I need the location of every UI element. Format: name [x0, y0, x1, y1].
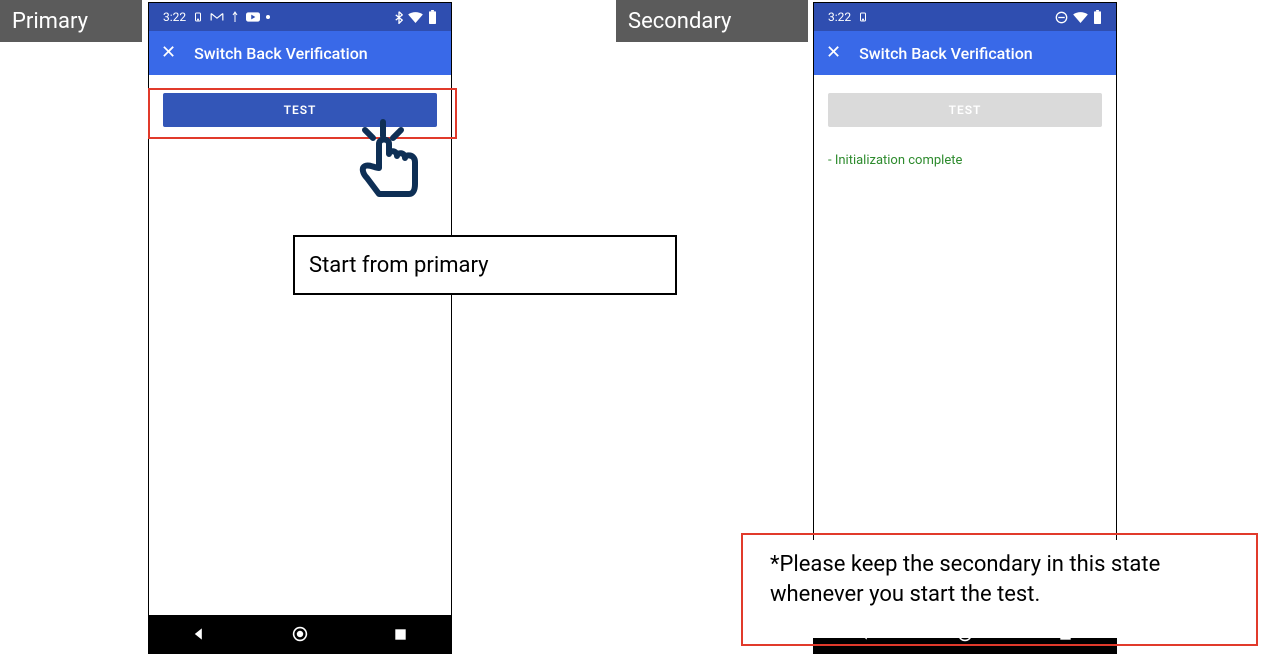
annotation-keep-text: *Please keep the secondary in this state…: [770, 550, 1236, 609]
label-secondary: Secondary: [616, 0, 808, 42]
hotspot-icon: [857, 11, 869, 23]
battery-icon: [428, 10, 437, 24]
annotation-start-text: Start from primary: [309, 253, 489, 278]
status-bar: 3:22: [814, 3, 1116, 31]
gmail-icon: [210, 12, 224, 22]
antenna-icon: [230, 11, 240, 23]
close-icon[interactable]: ✕: [826, 44, 841, 62]
dot-icon: [266, 15, 270, 19]
nav-bar: [149, 615, 451, 653]
bluetooth-icon: [395, 11, 403, 24]
app-title: Switch Back Verification: [194, 44, 368, 63]
wifi-icon: [1073, 12, 1088, 23]
tap-pointer-icon: [355, 118, 425, 207]
wifi-icon: [408, 12, 423, 23]
nav-recent-icon[interactable]: [393, 626, 409, 642]
annotation-keep: *Please keep the secondary in this state…: [756, 540, 1250, 638]
app-title: Switch Back Verification: [859, 44, 1033, 63]
youtube-icon: [246, 12, 260, 22]
dnd-icon: [1055, 11, 1068, 24]
app-bar: ✕ Switch Back Verification: [814, 31, 1116, 75]
label-primary: Primary: [0, 0, 142, 42]
close-icon[interactable]: ✕: [161, 44, 176, 62]
status-time: 3:22: [163, 10, 186, 24]
nav-back-icon[interactable]: [191, 626, 207, 642]
label-primary-text: Primary: [12, 9, 88, 34]
annotation-start: Start from primary: [293, 235, 677, 295]
hotspot-icon: [192, 11, 204, 23]
content-area: TEST - Initialization complete: [814, 75, 1116, 186]
init-status-text: - Initialization complete: [828, 153, 1102, 168]
battery-icon: [1093, 10, 1102, 24]
app-bar: ✕ Switch Back Verification: [149, 31, 451, 75]
label-secondary-text: Secondary: [628, 9, 731, 34]
test-button-label: TEST: [949, 103, 982, 117]
status-time: 3:22: [828, 10, 851, 24]
phone-primary: 3:22 ✕ Switch Back Verification TEST: [148, 2, 452, 654]
test-button-disabled: TEST: [828, 93, 1102, 127]
status-bar: 3:22: [149, 3, 451, 31]
test-button-label: TEST: [284, 103, 317, 117]
nav-home-icon[interactable]: [292, 626, 308, 642]
